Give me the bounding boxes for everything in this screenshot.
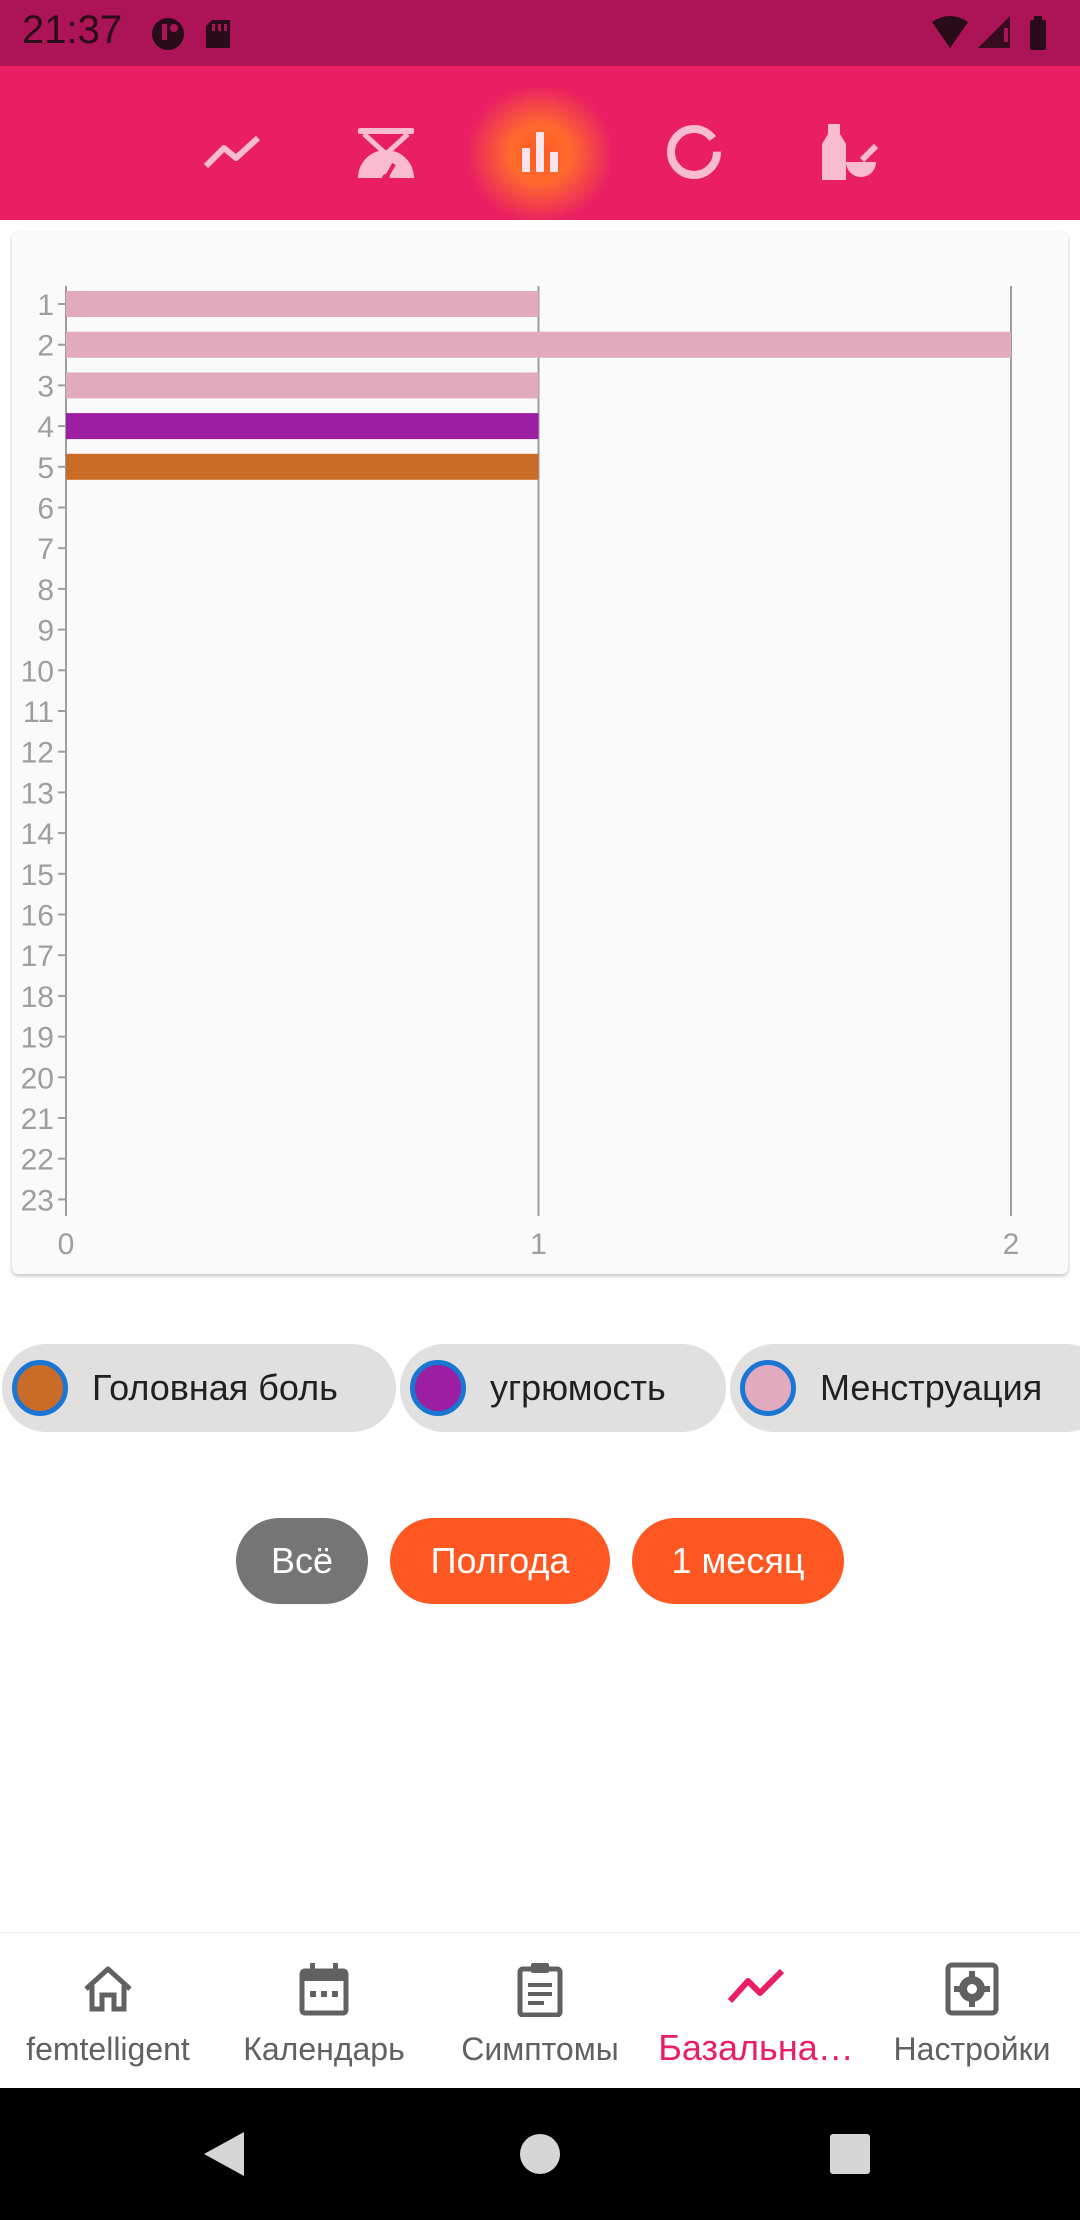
range-one-month-button[interactable]: 1 месяц (632, 1518, 844, 1604)
tab-symptom-bar-chart[interactable] (470, 88, 610, 220)
y-tick-label: 3 (37, 370, 54, 403)
y-tick-label: 1 (37, 289, 54, 322)
range-half-year-button[interactable]: Полгода (390, 1518, 610, 1604)
y-tick-label: 17 (21, 940, 54, 973)
y-tick-label: 13 (21, 777, 54, 810)
bottom-navigation: femtelligent Календарь Симптомы Базальна… (0, 1932, 1080, 2089)
scale-icon (354, 124, 418, 185)
symptom-chart-card: 0 1 2 1 2 3 4 5 6 7 8 9 10 11 12 13 14 15 16 17 18 19 20 21 22 23 (12, 232, 1068, 1274)
x-tick-label: 0 (58, 1228, 75, 1261)
y-tick-label: 23 (21, 1184, 54, 1217)
legend-color-dot (12, 1360, 68, 1416)
nav-item-home[interactable]: femtelligent (0, 1933, 216, 2089)
nav-label: femtelligent (26, 2031, 190, 2067)
bar-5 (66, 453, 539, 480)
status-bar: 21:37 (0, 0, 1080, 66)
home-icon (80, 1961, 136, 2022)
trend-line-icon (202, 132, 262, 177)
tab-donut-chart[interactable] (624, 88, 764, 220)
bar-3 (66, 372, 539, 399)
y-tick-label: 18 (21, 981, 54, 1014)
bar-2 (66, 331, 1011, 358)
calendar-icon (296, 1961, 352, 2022)
legend-label: Менструация (820, 1367, 1043, 1408)
y-tick-label: 8 (37, 574, 54, 607)
status-time: 21:37 (22, 8, 123, 52)
y-tick-label: 15 (21, 859, 54, 892)
chart-legend: Головная боль угрюмость Менструация (0, 1344, 1080, 1436)
y-tick-label: 12 (21, 737, 54, 770)
x-tick-label: 2 (1003, 1228, 1020, 1261)
legend-chip-headache[interactable]: Головная боль (2, 1344, 396, 1432)
symptom-bar-chart: 0 1 21234567891011121314151617181920212223 (21, 286, 1020, 1261)
y-tick-label: 11 (23, 696, 54, 729)
y-tick-label: 5 (37, 452, 54, 485)
bar-1 (66, 291, 539, 317)
bar-4 (66, 413, 539, 440)
back-icon[interactable] (200, 2128, 248, 2185)
tab-temperature-chart[interactable] (162, 88, 302, 220)
nav-item-calendar[interactable]: Календарь (216, 1933, 432, 2089)
legend-chip-moodiness[interactable]: угрюмость (400, 1344, 726, 1432)
y-tick-label: 20 (21, 1062, 54, 1095)
nav-label: Симптомы (461, 2031, 619, 2067)
y-tick-label: 16 (21, 900, 54, 933)
nav-item-settings[interactable]: Настройки (864, 1933, 1080, 2089)
nav-item-basal-temperature[interactable]: Базальна… (648, 1933, 864, 2089)
chart-type-tabs (0, 66, 1080, 220)
settings-icon (944, 1961, 1000, 2022)
nav-label: Настройки (893, 2031, 1051, 2067)
nav-label: Календарь (243, 2031, 405, 2067)
y-tick-label: 6 (37, 493, 54, 526)
legend-label: Головная боль (92, 1367, 338, 1408)
y-tick-label: 14 (21, 818, 54, 851)
y-tick-label: 21 (21, 1103, 54, 1136)
tab-weight-chart[interactable] (316, 88, 456, 220)
clipboard-icon (512, 1961, 568, 2022)
y-tick-label: 22 (21, 1144, 54, 1177)
y-tick-label: 4 (37, 411, 54, 444)
nav-item-symptoms[interactable]: Симптомы (432, 1933, 648, 2089)
y-tick-label: 7 (37, 533, 54, 566)
legend-color-dot (410, 1360, 466, 1416)
legend-chip-menstruation[interactable]: Менструация (730, 1344, 1080, 1432)
x-tick-label: 1 (530, 1228, 547, 1261)
tab-medication-chart[interactable] (778, 88, 918, 220)
legend-label: угрюмость (490, 1367, 666, 1408)
y-tick-label: 9 (37, 615, 54, 648)
bar-chart-icon (518, 130, 562, 179)
donut-chart-icon (664, 122, 724, 187)
home-circle-icon[interactable] (518, 2132, 562, 2181)
recents-square-icon[interactable] (828, 2132, 872, 2181)
nav-label: Базальна… (658, 2027, 854, 2068)
trend-line-icon (726, 1961, 786, 2014)
mortar-pestle-icon (818, 122, 879, 187)
y-tick-label: 2 (37, 330, 54, 363)
legend-color-dot (740, 1360, 796, 1416)
range-all-button[interactable]: Всё (236, 1518, 368, 1604)
status-notification-icons (150, 14, 240, 59)
system-navigation-bar (0, 2088, 1080, 2220)
y-tick-label: 19 (21, 1022, 54, 1055)
y-tick-label: 10 (21, 655, 54, 688)
status-system-icons (930, 14, 1060, 59)
